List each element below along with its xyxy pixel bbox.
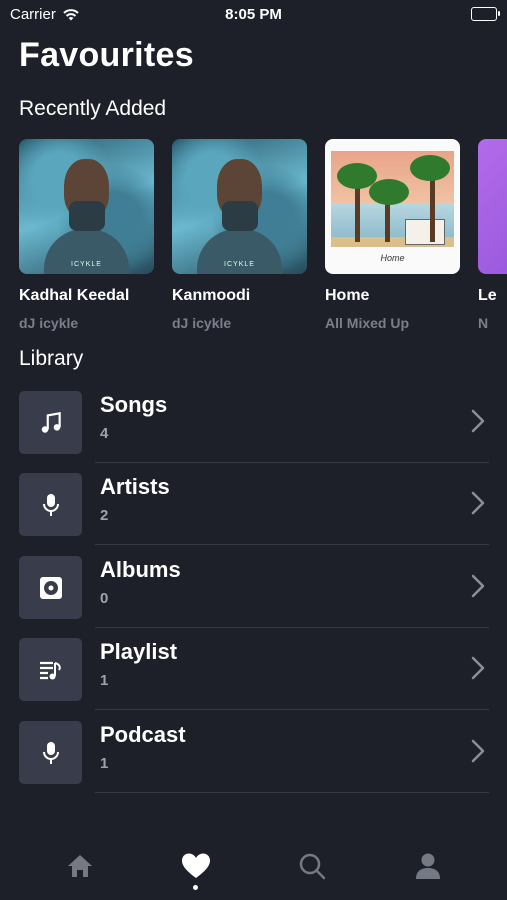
row-icon-tile xyxy=(19,638,82,701)
tab-search[interactable] xyxy=(292,846,332,886)
album-title: Kadhal Keedal xyxy=(19,287,130,304)
chevron-right-icon xyxy=(471,409,485,433)
library-item-playlist[interactable]: Playlist 1 xyxy=(19,638,489,720)
chevron-right-icon xyxy=(471,656,485,680)
microphone-icon xyxy=(42,741,59,764)
album-art-text: ICYKLE xyxy=(71,261,102,268)
tab-home[interactable] xyxy=(60,846,100,886)
divider xyxy=(95,627,489,628)
recently-added-heading: Recently Added xyxy=(19,97,167,120)
album-card[interactable]: ICYKLE Kanmoodi dJ icykle xyxy=(172,139,307,331)
divider xyxy=(95,544,489,545)
library-item-count: 2 xyxy=(100,507,109,524)
library-item-songs[interactable]: Songs 4 xyxy=(19,391,489,473)
tab-profile[interactable] xyxy=(408,846,448,886)
album-artist: dJ icykle xyxy=(19,315,79,331)
library-item-count: 4 xyxy=(100,425,109,442)
album-artwork xyxy=(478,139,507,274)
album-card[interactable]: ICYKLE Kadhal Keedal dJ icykle xyxy=(19,139,154,331)
active-tab-indicator xyxy=(193,885,198,890)
status-bar: Carrier 8:05 PM xyxy=(0,0,507,30)
divider xyxy=(95,462,489,463)
album-title: Kanmoodi xyxy=(172,287,251,304)
library-item-podcast[interactable]: Podcast 1 xyxy=(19,721,489,803)
album-title: Home xyxy=(325,287,370,304)
library-item-label: Albums xyxy=(100,557,181,582)
album-title: Le xyxy=(478,287,497,304)
library-item-label: Artists xyxy=(100,474,170,499)
library-item-artists[interactable]: Artists 2 xyxy=(19,473,489,555)
album-artist: All Mixed Up xyxy=(325,315,410,331)
album-card[interactable]: Le N xyxy=(478,139,507,331)
library-item-label: Songs xyxy=(100,392,168,417)
chevron-right-icon xyxy=(471,574,485,598)
playlist-icon xyxy=(39,661,61,679)
music-note-icon xyxy=(41,411,61,433)
album-art-text: Home xyxy=(380,253,405,263)
search-icon xyxy=(299,853,326,880)
library-item-count: 1 xyxy=(100,755,109,772)
album-art-text: ICYKLE xyxy=(224,261,255,268)
recently-added-carousel[interactable]: ICYKLE Kadhal Keedal dJ icykle ICYKLE Ka… xyxy=(19,139,507,339)
album-artwork: ICYKLE xyxy=(172,139,307,274)
library-item-label: Playlist xyxy=(100,639,178,664)
album-artist: N xyxy=(478,315,489,331)
divider xyxy=(95,709,489,710)
page-title: Favourites xyxy=(19,36,194,74)
album-card[interactable]: Home Home All Mixed Up xyxy=(325,139,460,331)
library-item-label: Podcast xyxy=(100,722,186,747)
tab-favourites[interactable] xyxy=(176,846,216,886)
album-artwork: Home xyxy=(325,139,460,274)
home-icon xyxy=(68,855,92,877)
library-item-count: 1 xyxy=(100,672,109,689)
library-heading: Library xyxy=(19,347,84,370)
album-icon xyxy=(39,576,62,599)
microphone-icon xyxy=(42,493,59,516)
chevron-right-icon xyxy=(471,491,485,515)
library-item-count: 0 xyxy=(100,590,109,607)
status-time: 8:05 PM xyxy=(225,6,282,23)
chevron-right-icon xyxy=(471,739,485,763)
library-item-albums[interactable]: Albums 0 xyxy=(19,556,489,638)
row-icon-tile xyxy=(19,391,82,454)
divider xyxy=(95,792,489,793)
album-artist: dJ icykle xyxy=(172,315,232,331)
tab-bar xyxy=(0,828,507,900)
profile-icon xyxy=(416,853,440,879)
row-icon-tile xyxy=(19,721,82,784)
album-artwork: ICYKLE xyxy=(19,139,154,274)
row-icon-tile xyxy=(19,473,82,536)
row-icon-tile xyxy=(19,556,82,619)
battery-icon xyxy=(471,7,500,21)
heart-icon xyxy=(182,853,210,878)
